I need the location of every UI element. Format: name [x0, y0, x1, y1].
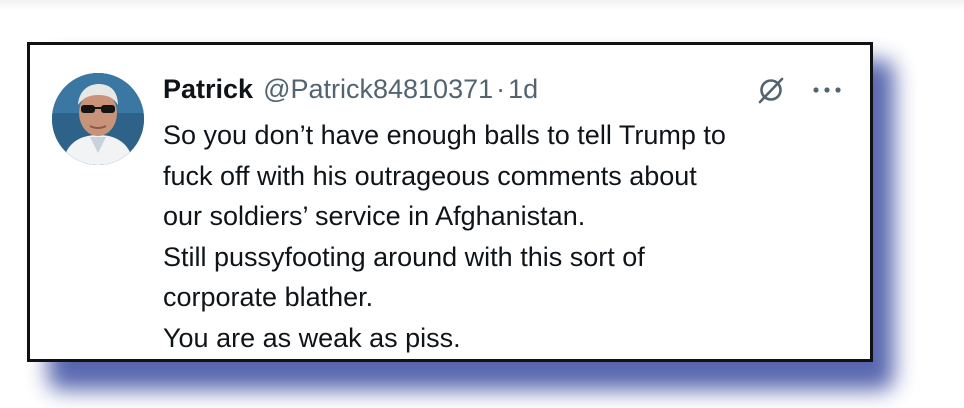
tweet-text-line: our soldiers’ service in Afghanistan. — [163, 201, 586, 231]
tweet-text-line: Still pussyfooting around with this sort… — [163, 241, 645, 272]
grok-icon[interactable] — [756, 75, 786, 105]
tweet-text: So you don’t have enough balls to tell T… — [163, 115, 853, 358]
separator-dot: · — [496, 74, 506, 104]
tweet-text-line: So you don’t have enough balls to tell T… — [163, 120, 726, 150]
tweet-header: Patrick @Patrick84810371 · 1d — [163, 69, 538, 109]
tweet-text-line: fuck off with his outrageous comments ab… — [163, 160, 697, 191]
tweet-actions — [756, 75, 842, 105]
tweet-text-line: You are as weak as piss. — [163, 322, 461, 353]
more-options-icon[interactable] — [812, 86, 842, 94]
timestamp[interactable]: 1d — [508, 69, 538, 109]
tweet-card: Patrick @Patrick84810371 · 1d So you don… — [27, 42, 873, 362]
display-name[interactable]: Patrick — [163, 69, 253, 109]
tweet-text-line: corporate blather. — [163, 282, 374, 312]
background-strip — [0, 0, 964, 10]
profile-photo-icon — [52, 73, 144, 165]
user-handle[interactable]: @Patrick84810371 — [263, 69, 493, 109]
avatar[interactable] — [52, 73, 144, 165]
